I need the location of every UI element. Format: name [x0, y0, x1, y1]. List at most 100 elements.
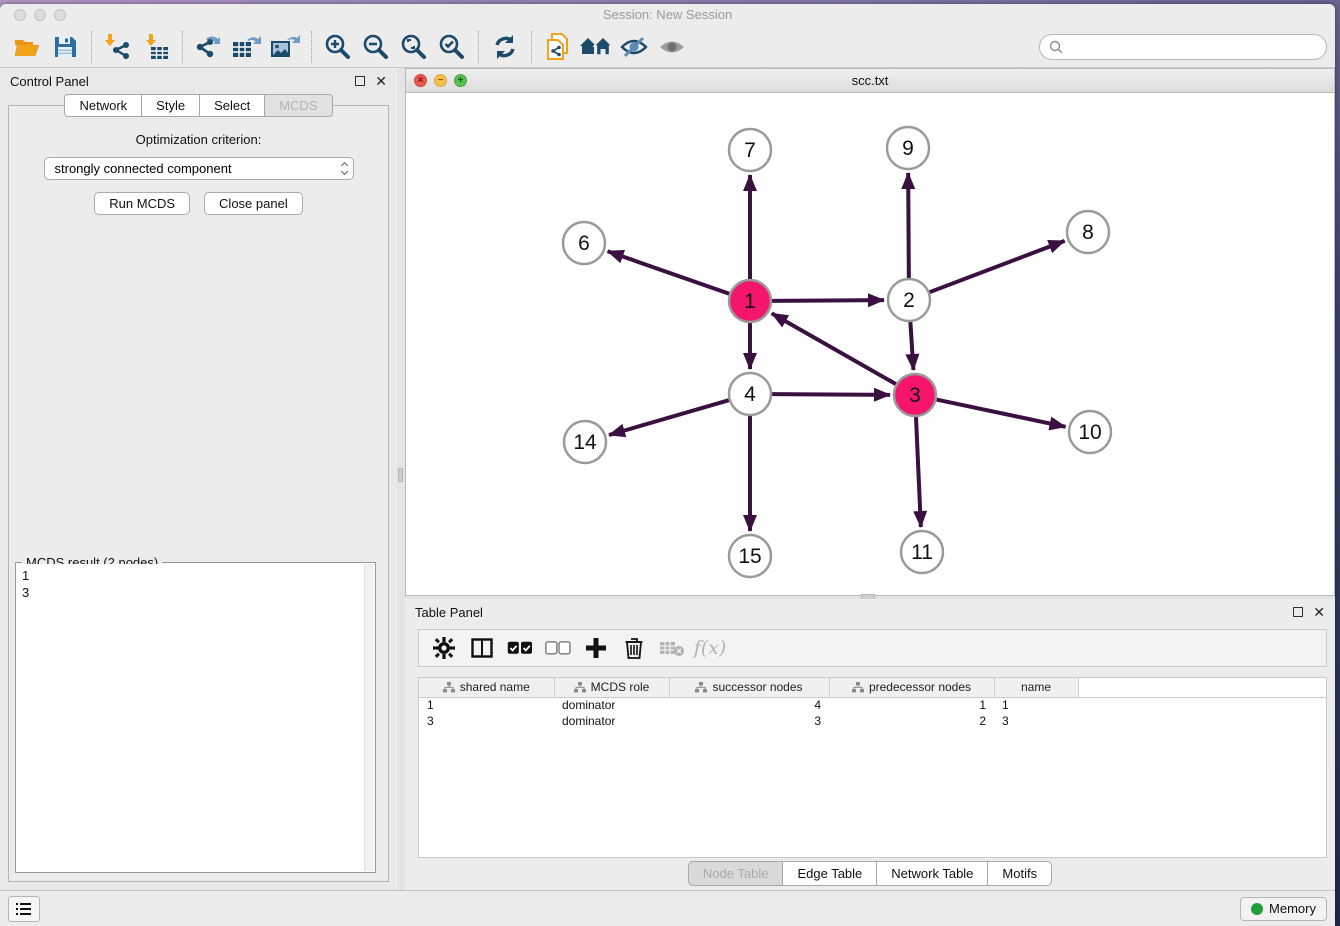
table-settings-gear-icon[interactable] — [427, 633, 461, 663]
import-network-icon[interactable] — [99, 29, 137, 65]
table-cell[interactable]: 3 — [669, 713, 829, 729]
graph-node-label: 3 — [909, 384, 921, 407]
mcds-result-group: MCDS result (2 nodes) 1 3 — [15, 562, 376, 873]
float-panel-icon[interactable] — [355, 76, 365, 86]
tab-style[interactable]: Style — [141, 94, 199, 117]
table-cell[interactable]: dominator — [554, 713, 669, 729]
graph-edge[interactable] — [930, 241, 1065, 292]
tab-network-table[interactable]: Network Table — [876, 861, 987, 886]
save-session-icon[interactable] — [46, 29, 84, 65]
table-tabs: Node Table Edge Table Network Table Moti… — [405, 861, 1335, 886]
graph-edge[interactable] — [937, 400, 1066, 427]
node-table: shared nameMCDS rolesuccessor nodesprede… — [418, 677, 1327, 858]
column-tree-icon — [443, 682, 455, 693]
table-cell[interactable]: 3 — [419, 713, 554, 729]
column-header[interactable]: successor nodes — [669, 678, 829, 697]
select-stepper-icon — [342, 163, 347, 174]
clone-network-icon[interactable] — [539, 29, 577, 65]
toolbar-separator — [478, 31, 479, 63]
search-input[interactable] — [1069, 39, 1317, 54]
table-row[interactable]: 3dominator323 — [419, 713, 1326, 729]
zoom-in-icon[interactable] — [319, 29, 357, 65]
network-close-button[interactable]: × — [414, 74, 427, 87]
window-title: Session: New Session — [0, 4, 1335, 26]
table-panel-title: Table Panel — [415, 605, 483, 620]
zoom-out-icon[interactable] — [357, 29, 395, 65]
home-icon[interactable] — [577, 29, 615, 65]
list-icon — [16, 902, 32, 916]
application-window: Session: New Session — [0, 4, 1335, 926]
create-column-plus-icon[interactable] — [579, 633, 613, 663]
graph-edge[interactable] — [609, 400, 729, 435]
search-box[interactable] — [1039, 34, 1327, 60]
close-window-button[interactable] — [14, 9, 26, 21]
table-cell[interactable]: 1 — [419, 697, 554, 713]
table-row[interactable]: 1dominator411 — [419, 697, 1326, 713]
memory-button[interactable]: Memory — [1240, 897, 1327, 921]
graph-node-label: 2 — [903, 289, 915, 312]
network-maximize-button[interactable]: + — [454, 74, 467, 87]
close-panel-icon[interactable]: ✕ — [375, 76, 387, 86]
zoom-selected-icon[interactable] — [433, 29, 471, 65]
graph-edge[interactable] — [910, 322, 913, 370]
run-mcds-button[interactable]: Run MCDS — [94, 192, 190, 215]
export-table-icon[interactable] — [228, 29, 266, 65]
zoom-fit-icon[interactable] — [395, 29, 433, 65]
minimize-window-button[interactable] — [34, 9, 46, 21]
graph-edge[interactable] — [916, 417, 921, 527]
column-header[interactable]: name — [994, 678, 1078, 697]
graph-edge[interactable] — [772, 313, 896, 384]
toolbar-separator — [311, 31, 312, 63]
task-history-button[interactable] — [8, 896, 40, 922]
graph-node-label: 8 — [1082, 221, 1094, 244]
select-all-columns-icon[interactable] — [503, 633, 537, 663]
column-header[interactable]: predecessor nodes — [829, 678, 994, 697]
delete-table-icon-disabled — [655, 633, 689, 663]
unselect-all-columns-icon[interactable] — [541, 633, 575, 663]
graph-edge[interactable] — [908, 173, 909, 278]
table-cell[interactable]: 1 — [829, 697, 994, 713]
delete-column-trash-icon[interactable] — [617, 633, 651, 663]
maximize-window-button[interactable] — [54, 9, 66, 21]
graph-node-label: 1 — [744, 290, 756, 313]
float-table-panel-icon[interactable] — [1293, 607, 1303, 617]
table-cell[interactable]: 3 — [994, 713, 1078, 729]
show-column-panel-icon[interactable] — [465, 633, 499, 663]
hide-panel-eye-slash-icon[interactable] — [615, 29, 653, 65]
tab-node-table[interactable]: Node Table — [688, 861, 783, 886]
graph-node-label: 4 — [744, 383, 756, 406]
graph-edge[interactable] — [608, 251, 730, 293]
tab-mcds[interactable]: MCDS — [264, 94, 332, 117]
export-image-icon[interactable] — [266, 29, 304, 65]
show-panel-eye-icon[interactable] — [653, 29, 691, 65]
table-cell[interactable]: 2 — [829, 713, 994, 729]
table-cell[interactable]: dominator — [554, 697, 669, 713]
close-panel-button[interactable]: Close panel — [204, 192, 303, 215]
refresh-icon[interactable] — [486, 29, 524, 65]
tab-edge-table[interactable]: Edge Table — [782, 861, 876, 886]
table-cell[interactable]: 4 — [669, 697, 829, 713]
result-scrollbar[interactable] — [364, 564, 374, 871]
toolbar-separator — [182, 31, 183, 63]
export-network-icon[interactable] — [190, 29, 228, 65]
network-canvas[interactable]: 7968124314101511 — [406, 93, 1334, 595]
tab-select[interactable]: Select — [199, 94, 264, 117]
optimization-criterion-select[interactable]: strongly connected component — [44, 157, 354, 180]
network-graph[interactable]: 7968124314101511 — [406, 93, 1334, 595]
column-header[interactable]: shared name — [419, 678, 554, 697]
open-session-icon[interactable] — [8, 29, 46, 65]
node-table-grid[interactable]: shared nameMCDS rolesuccessor nodesprede… — [419, 678, 1326, 729]
close-table-panel-icon[interactable]: ✕ — [1313, 607, 1325, 617]
vertical-splitter[interactable] — [397, 68, 405, 890]
column-header[interactable]: MCDS role — [554, 678, 669, 697]
graph-edge[interactable] — [772, 394, 890, 395]
window-controls[interactable] — [14, 9, 66, 21]
import-table-icon[interactable] — [137, 29, 175, 65]
tab-motifs[interactable]: Motifs — [987, 861, 1052, 886]
graph-edge[interactable] — [772, 300, 884, 301]
tab-network[interactable]: Network — [64, 94, 141, 117]
header-filler — [1078, 678, 1326, 697]
network-minimize-button[interactable]: − — [434, 74, 447, 87]
mcds-tab-content: Optimization criterion: strongly connect… — [8, 105, 389, 882]
table-cell[interactable]: 1 — [994, 697, 1078, 713]
